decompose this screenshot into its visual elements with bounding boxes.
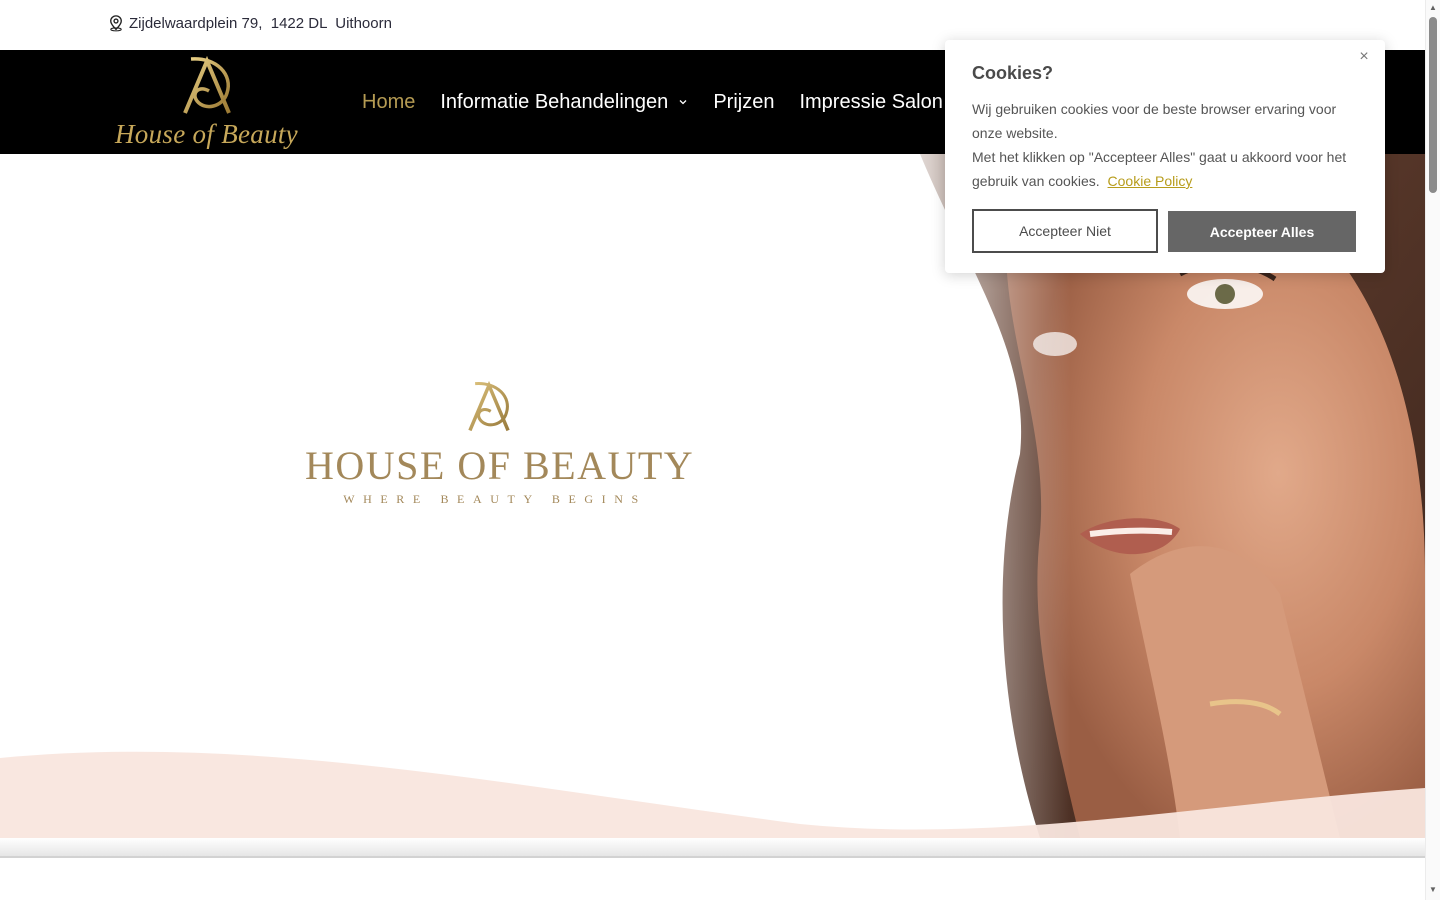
cookie-message: Wij gebruiken cookies voor de beste brow…: [972, 97, 1362, 193]
cookie-policy-link[interactable]: Cookie Policy: [1108, 173, 1193, 189]
hero-tagline: WHERE BEAUTY BEGINS: [343, 492, 647, 506]
brand-monogram-icon: [183, 55, 231, 114]
main-menu: Home Informatie Behandelingen Prijzen Im…: [362, 50, 943, 154]
cookie-consent-dialog: × Cookies? Wij gebruiken cookies voor de…: [945, 40, 1385, 273]
address[interactable]: Zijdelwaardplein 79, 1422 DL Uithoorn: [107, 14, 392, 32]
nav-item-label: Impressie Salon: [799, 90, 943, 113]
nav-item-label: Prijzen: [713, 90, 775, 113]
location-pin-icon: [110, 15, 122, 32]
section-divider: [0, 838, 1425, 858]
scroll-up-icon[interactable]: ▲: [1429, 4, 1437, 12]
brand-name: House of Beauty: [115, 119, 298, 149]
brand-logo[interactable]: House of Beauty: [113, 55, 303, 151]
decorative-wave: [0, 751, 1425, 838]
nav-item-label: Informatie Behandelingen: [440, 90, 669, 113]
hero-monogram-icon: [468, 380, 510, 432]
address-text: Zijdelwaardplein 79, 1422 DL Uithoorn: [129, 14, 392, 32]
cookie-title: Cookies?: [972, 63, 1054, 83]
chevron-down-icon: [679, 100, 687, 105]
vertical-scrollbar[interactable]: ▲ ▼: [1425, 0, 1440, 900]
nav-item-impressie-salon[interactable]: Impressie Salon: [799, 91, 942, 114]
cookie-message-line-1: Wij gebruiken cookies voor de beste brow…: [972, 101, 1337, 141]
nav-item-informatie-behandelingen[interactable]: Informatie Behandelingen: [440, 91, 688, 114]
scroll-down-icon[interactable]: ▼: [1429, 886, 1437, 894]
scrollbar-thumb[interactable]: [1429, 17, 1437, 193]
close-icon[interactable]: ×: [1357, 49, 1371, 65]
page: Zijdelwaardplein 79, 1422 DL Uithoorn Ho…: [0, 0, 1425, 900]
hero-title: HOUSE OF BEAUTY: [305, 443, 695, 488]
nav-item-label: Home: [362, 90, 416, 113]
nav-item-prijzen[interactable]: Prijzen: [713, 91, 774, 114]
accept-all-cookies-button[interactable]: Accepteer Alles: [1168, 211, 1356, 252]
decline-cookies-button[interactable]: Accepteer Niet: [972, 209, 1158, 253]
nav-item-home[interactable]: Home: [362, 91, 415, 114]
hero-logo: HOUSE OF BEAUTY WHERE BEAUTY BEGINS: [305, 380, 695, 510]
